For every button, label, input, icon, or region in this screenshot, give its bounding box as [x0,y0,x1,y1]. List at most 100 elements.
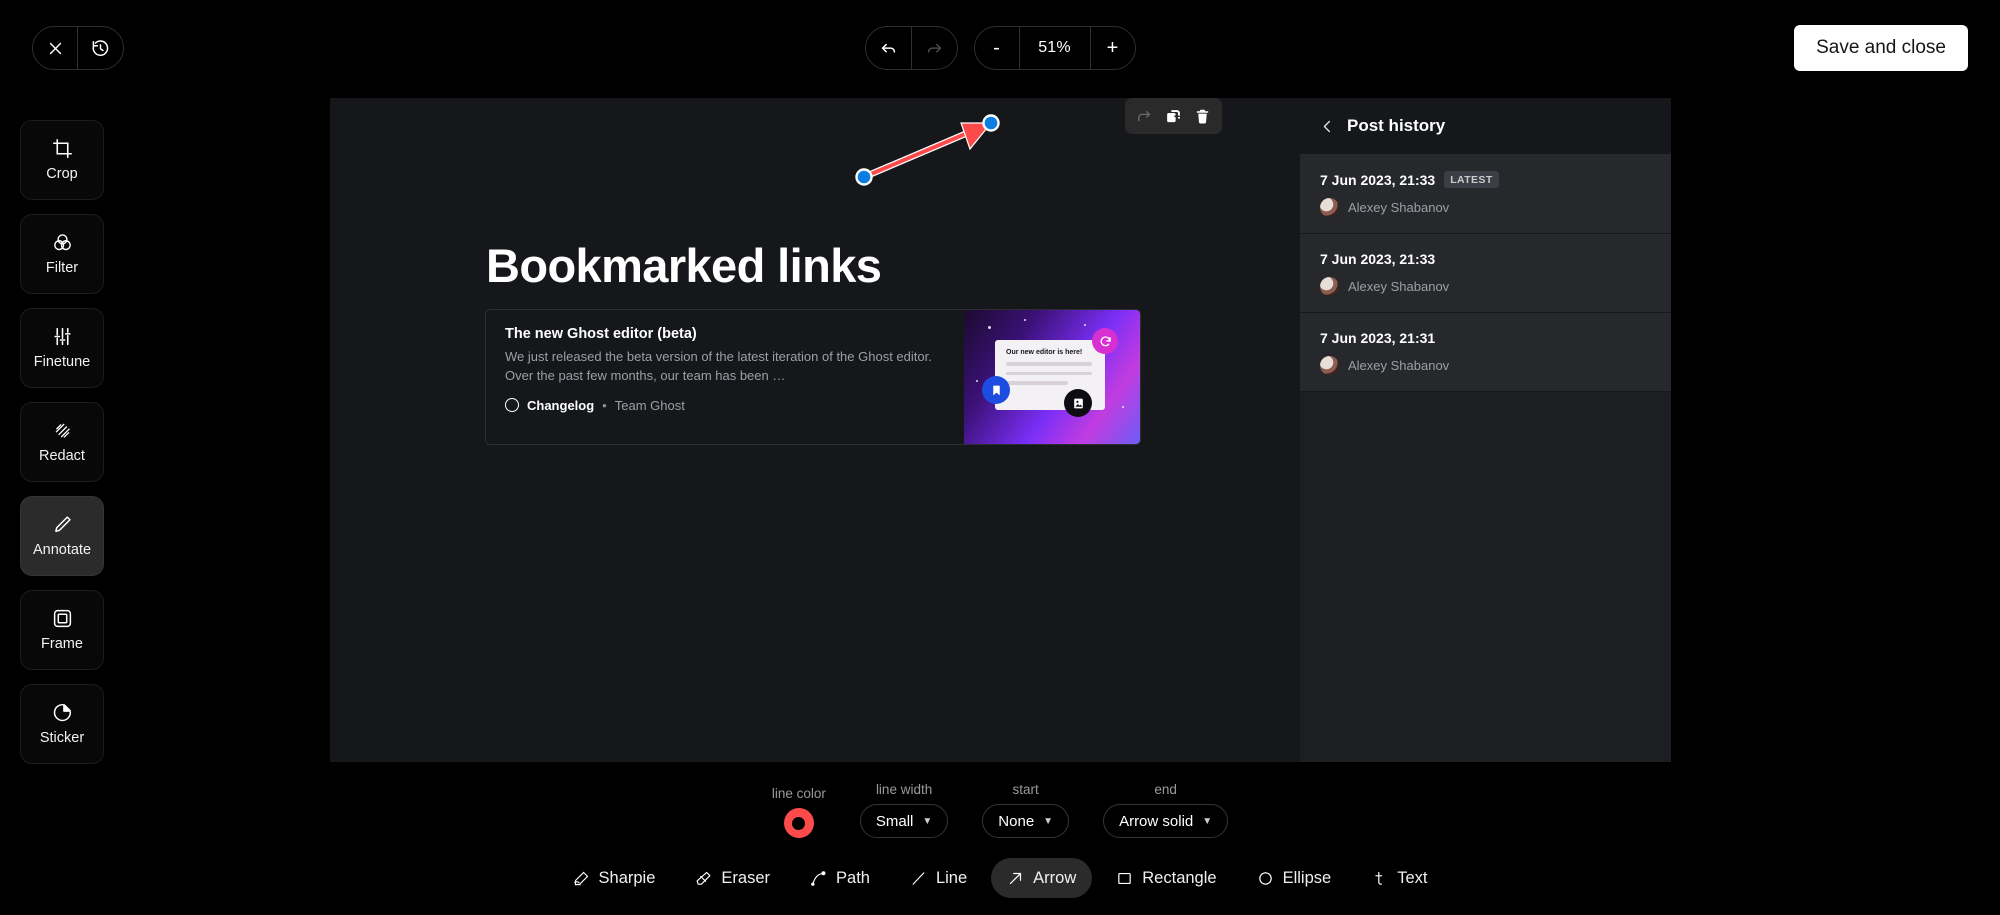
line-width-value: Small [876,813,914,830]
page-title: Bookmarked links [486,238,881,293]
bookmark-text: The new Ghost editor (beta) We just rele… [486,310,964,444]
history-item-date: 7 Jun 2023, 21:33 [1320,172,1435,188]
post-history-header: Post history [1300,98,1671,154]
tool-annotate[interactable]: Annotate [20,496,104,576]
publisher-favicon-icon [505,398,519,412]
tool-label: Redact [39,448,85,464]
history-item-date: 7 Jun 2023, 21:33 [1320,251,1435,267]
bookmark-thumbnail: Our new editor is here! [964,310,1140,444]
start-value: None [998,813,1034,830]
image-editor: - 51% + Save and close Crop Filter Finet… [0,0,2000,915]
history-item[interactable]: 7 Jun 2023, 21:31 Alexey Shabanov [1300,313,1671,392]
refresh-badge-icon [1092,328,1118,354]
close-button[interactable] [33,27,77,69]
line-icon [910,870,927,887]
filter-icon [52,232,73,253]
zoom-in-button[interactable]: + [1091,27,1135,69]
toolbar-label: Sharpie [599,869,656,888]
undo-icon [879,39,898,58]
tool-label: Frame [41,636,83,652]
avatar [1320,277,1339,296]
tool-sticker[interactable]: Sticker [20,684,104,764]
redo-button[interactable] [911,27,957,69]
bookmark-description: We just released the beta version of the… [505,348,946,386]
tool-label: Annotate [33,542,91,558]
post-history-title: Post history [1347,116,1445,136]
redo-icon [925,39,944,58]
undo-button[interactable] [866,27,911,69]
toolbar-arrow[interactable]: Arrow [991,858,1092,898]
start-label: start [1013,782,1039,797]
redact-icon [52,420,73,441]
bookmark-card[interactable]: The new Ghost editor (beta) We just rele… [485,309,1141,445]
toolbar-label: Line [936,869,967,888]
line-color-option: line color [772,786,826,838]
center-toolbar: - 51% + [0,26,2000,70]
tool-filter[interactable]: Filter [20,214,104,294]
sticker-icon [52,702,73,723]
bookmark-meta: Changelog • Team Ghost [505,398,946,413]
pencil-icon [52,514,73,535]
save-and-close-button[interactable]: Save and close [1794,25,1968,71]
editor-canvas[interactable]: Bookmarked links The new Ghost editor (b… [330,98,1300,762]
tool-redact[interactable]: Redact [20,402,104,482]
line-width-label: line width [876,782,932,797]
avatar [1320,356,1339,375]
toolbar-path[interactable]: Path [794,858,886,898]
toolbar-sharpie[interactable]: Sharpie [557,858,672,898]
crop-icon [52,138,73,159]
zoom-out-button[interactable]: - [975,27,1019,69]
eraser-icon [695,870,712,887]
tool-frame[interactable]: Frame [20,590,104,670]
back-chevron-icon[interactable] [1320,119,1335,134]
toolbar-label: Rectangle [1142,869,1216,888]
bookmark-publisher: Changelog [527,398,594,413]
post-history-button[interactable] [77,27,123,69]
toolbar-eraser[interactable]: Eraser [679,858,786,898]
image-badge-icon [1064,389,1092,417]
thumbnail-heading: Our new editor is here! [1006,349,1105,356]
history-item-author-row: Alexey Shabanov [1320,277,1651,296]
history-item-author: Alexey Shabanov [1348,279,1449,294]
selection-toolbar [1125,98,1222,134]
start-marker-select[interactable]: None ▼ [982,804,1069,838]
trash-icon[interactable] [1194,108,1211,125]
toolbar-rectangle[interactable]: Rectangle [1100,858,1232,898]
line-width-select[interactable]: Small ▼ [860,804,948,838]
tool-rail: Crop Filter Finetune Redact Annotate [20,120,104,778]
path-icon [810,870,827,887]
tool-label: Sticker [40,730,84,746]
top-bar: - 51% + Save and close [0,0,2000,96]
tool-crop[interactable]: Crop [20,120,104,200]
toolbar-ellipse[interactable]: Ellipse [1241,858,1348,898]
history-item[interactable]: 7 Jun 2023, 21:33 LATEST Alexey Shabanov [1300,154,1671,234]
toolbar-line[interactable]: Line [894,858,983,898]
post-history-panel: Post history 7 Jun 2023, 21:33 LATEST Al… [1300,98,1671,762]
close-icon [47,40,64,57]
arrow-handle-end [984,116,999,131]
toolbar-text[interactable]: Text [1355,858,1443,898]
history-item-author: Alexey Shabanov [1348,200,1449,215]
history-item-date-row: 7 Jun 2023, 21:31 [1320,330,1651,346]
line-color-swatch[interactable] [784,808,814,838]
end-marker-option: end Arrow solid ▼ [1103,782,1228,838]
send-backward-icon[interactable] [1136,108,1153,125]
toolbar-label: Ellipse [1283,869,1332,888]
zoom-controls: - 51% + [974,26,1136,70]
status-badge: LATEST [1444,171,1498,188]
tool-finetune[interactable]: Finetune [20,308,104,388]
duplicate-icon[interactable] [1165,108,1182,125]
arrow-handle-start [857,170,872,185]
annotation-options-bar: line color line width Small ▼ start None… [0,782,2000,838]
history-item-author-row: Alexey Shabanov [1320,198,1651,217]
bookmark-title: The new Ghost editor (beta) [505,326,946,342]
undo-redo-group [865,26,958,70]
end-marker-select[interactable]: Arrow solid ▼ [1103,804,1228,838]
line-color-label: line color [772,786,826,801]
chevron-down-icon: ▼ [1202,816,1212,827]
chevron-down-icon: ▼ [922,816,932,827]
history-item[interactable]: 7 Jun 2023, 21:33 Alexey Shabanov [1300,234,1671,313]
ellipse-icon [1257,870,1274,887]
end-value: Arrow solid [1119,813,1193,830]
history-item-date-row: 7 Jun 2023, 21:33 LATEST [1320,171,1651,188]
